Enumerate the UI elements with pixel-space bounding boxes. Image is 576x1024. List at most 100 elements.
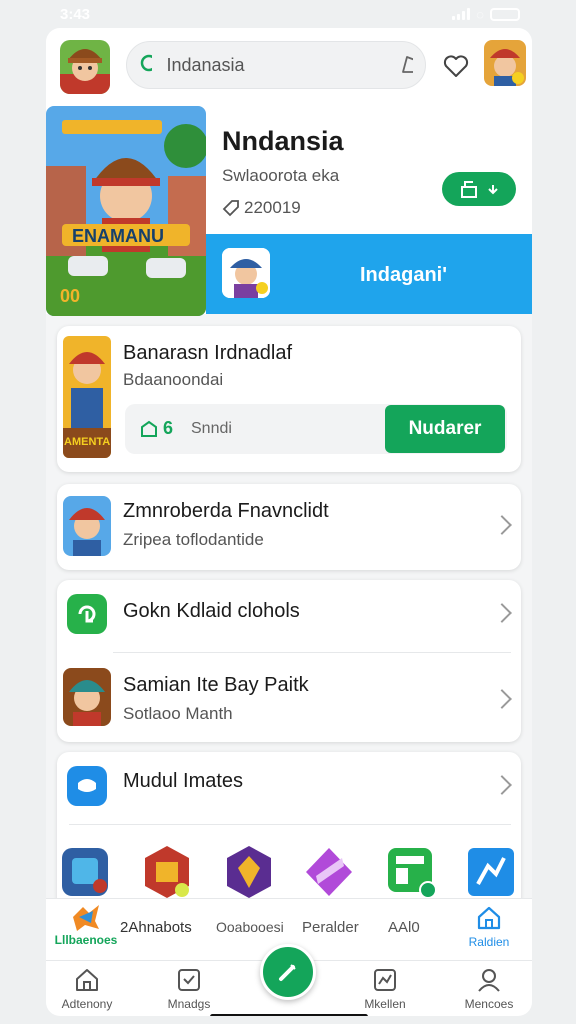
list-item-subtitle: Sotlaoo Manth [123, 704, 233, 723]
create-button[interactable] [260, 944, 316, 1000]
nav-item-profile[interactable]: Mencoes [454, 967, 524, 1011]
featured-art-caption: AMENTA [64, 436, 111, 448]
profile-avatar[interactable] [60, 40, 110, 94]
gem-app-icon [306, 848, 352, 896]
search-bar[interactable] [126, 41, 426, 89]
hero-download-count: 220019 [222, 198, 301, 218]
heart-icon [443, 55, 469, 77]
chart-icon [374, 969, 396, 991]
list-item-title: Samian Ite Bay Paitk [123, 674, 309, 696]
tab-label[interactable]: Ooabooesi [216, 919, 284, 935]
battery-icon [490, 7, 520, 21]
hero-download-button[interactable] [442, 172, 516, 206]
search-icon [140, 54, 153, 72]
tab-featured[interactable]: Lllbaenoes [54, 903, 118, 947]
band-label: Indagani' [360, 264, 447, 286]
status-time: 3:43 [60, 5, 91, 23]
list-item-subtitle: Zripea toflodantide [123, 530, 264, 549]
app-shortcut[interactable] [304, 844, 354, 900]
arrow-down-icon [488, 185, 498, 195]
favorite-button[interactable] [440, 50, 472, 82]
status-bar: 3:43 ◌ [0, 0, 576, 28]
inbox-icon [178, 969, 200, 991]
home-icon [76, 969, 98, 991]
app-shortcut[interactable] [60, 844, 110, 900]
tab-home[interactable]: Raldien [458, 905, 520, 949]
list-item-app-icon [67, 594, 107, 634]
list-item-app-icon [63, 668, 111, 726]
tab-label[interactable]: AAl0 [388, 919, 420, 936]
game-art-image [46, 106, 206, 316]
list-item[interactable]: Gokn Kdlaid clohols [57, 580, 521, 652]
list-item[interactable]: Samian Ite Bay Paitk Sotlaoo Manth [57, 654, 521, 742]
chevron-right-icon [492, 515, 512, 535]
tag-icon [141, 420, 157, 437]
wifi-icon: ◌ [476, 6, 484, 22]
featured-meta-number: 6 [163, 418, 174, 438]
arrow-app-icon [468, 848, 514, 896]
refresh-icon [78, 605, 96, 623]
nav-item-home[interactable]: Adtenony [52, 967, 122, 1011]
featured-action-button[interactable]: Nudarer [385, 405, 505, 453]
list-item-title: Zmnroberda Fnavnclidt [123, 500, 329, 522]
list-item-title: Mudul Imates [123, 770, 244, 792]
tab-label: Lllbaenoes [54, 933, 118, 947]
list-item-app-icon [67, 766, 107, 806]
nav-label: Adtenony [61, 997, 113, 1011]
avatar-character-icon [60, 40, 110, 94]
app-shortcut[interactable] [224, 844, 274, 900]
install-icon [461, 181, 477, 198]
row-divider [113, 652, 511, 653]
chevron-right-icon [492, 775, 512, 795]
featured-meta-text: Snndi [191, 420, 232, 437]
tab-label[interactable]: Peralder [302, 919, 359, 936]
hero-title: Nndansia [222, 126, 344, 156]
app-shortcut[interactable] [466, 844, 516, 900]
avatar-character-icon [484, 40, 526, 86]
game-character-icon [222, 248, 270, 298]
user-icon [478, 969, 500, 992]
app-icons-row [46, 844, 532, 900]
nav-item-activity[interactable]: Mkellen [350, 967, 420, 1011]
board-app-icon [388, 848, 437, 899]
chevron-right-icon [492, 603, 512, 623]
shield-app-icon [227, 846, 271, 898]
account-avatar[interactable] [484, 40, 526, 86]
list-item[interactable]: Zmnroberda Fnavnclidt Zripea toflodantid… [57, 484, 521, 570]
app-shortcut[interactable] [142, 844, 192, 900]
search-input[interactable] [166, 54, 399, 76]
hero-count-value: 220019 [244, 198, 301, 217]
home-icon [477, 906, 501, 930]
list-group-card: Gokn Kdlaid clohols Samian Ite Bay Paitk… [57, 580, 521, 742]
hero-banner[interactable]: ENAMANU 00 Nndansia Swlaoorota eka 22001… [46, 104, 532, 316]
list-item-app-icon [63, 496, 111, 556]
nav-label: Mnadgs [167, 997, 211, 1011]
app-shortcut[interactable] [386, 844, 437, 900]
band-app-icon [222, 248, 270, 298]
row-divider [69, 824, 511, 825]
app-screen: ENAMANU 00 Nndansia Swlaoorota eka 22001… [46, 28, 532, 1016]
nav-label: Mkellen [364, 997, 406, 1011]
nav-item-messages[interactable]: Mnadgs [154, 967, 224, 1011]
featured-app-art: AMENTA [63, 336, 111, 458]
hero-art-caption: ENAMANU [72, 226, 164, 246]
signal-icon [452, 8, 471, 20]
tag-icon [222, 200, 239, 217]
featured-app-card[interactable]: AMENTA Banarasn Irdnadlaf Bdaanoondai 6 … [57, 326, 521, 472]
game-character-icon [63, 668, 111, 726]
chat-bubble-icon [78, 779, 96, 792]
featured-subtitle: Bdaanoondai [123, 370, 224, 389]
bookmark-icon[interactable] [398, 52, 413, 78]
cube-app-icon [62, 848, 108, 896]
chest-app-icon [145, 846, 189, 898]
featured-title: Banarasn Irdnadlaf [123, 342, 293, 364]
list-item-title: Gokn Kdlaid clohols [123, 600, 300, 622]
status-icons: ◌ [452, 7, 520, 22]
hero-game-art[interactable]: ENAMANU 00 [46, 106, 206, 316]
pencil-icon [279, 964, 296, 981]
tab-label[interactable]: 2Ahnabots [120, 919, 192, 936]
puzzle-icon [73, 905, 99, 931]
hero-subtitle: Swlaoorota eka [222, 166, 340, 185]
hero-promo-band[interactable]: Indagani' [206, 234, 532, 314]
tab-label: Raldien [468, 935, 510, 949]
